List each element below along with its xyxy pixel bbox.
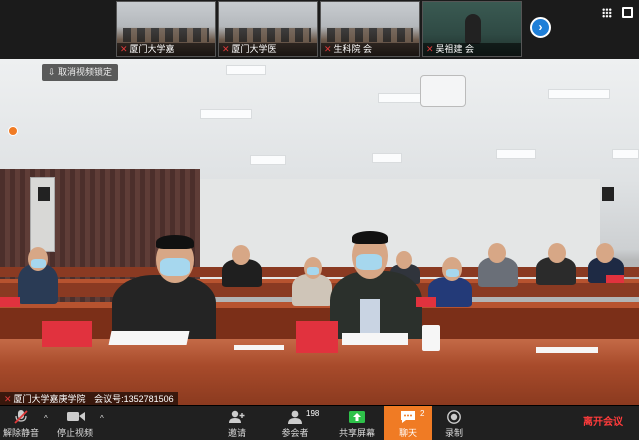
participant-thumbnail[interactable]: ✕ 厦门大学医 bbox=[218, 1, 318, 57]
mic-muted-icon: ✕ bbox=[324, 44, 332, 54]
participants-count: 198 bbox=[306, 409, 320, 418]
thumbnail-caption: 生科院 会 bbox=[333, 44, 373, 54]
thumbnail-caption: 厦门大学医 bbox=[231, 44, 277, 54]
mic-muted-icon: ✕ bbox=[222, 44, 230, 54]
chevron-right-icon[interactable]: › bbox=[530, 17, 551, 38]
meeting-toolbar: 解除静音 ^ 停止视频 ^ 邀请 参会者 198 共享屏幕 聊天 2 录制 bbox=[0, 406, 639, 440]
chat-label: 聊天 bbox=[398, 428, 417, 438]
people-icon bbox=[287, 410, 303, 424]
add-user-icon bbox=[229, 410, 245, 424]
share-screen-label: 共享屏幕 bbox=[338, 428, 375, 438]
invite-button[interactable]: 邀请 bbox=[224, 406, 250, 440]
share-screen-button[interactable]: 共享屏幕 bbox=[338, 406, 376, 440]
participants-label: 参会者 bbox=[281, 428, 309, 438]
lock-icon bbox=[8, 126, 18, 136]
share-screen-icon bbox=[349, 410, 365, 424]
unlock-video-label: 取消视频锁定 bbox=[58, 67, 113, 77]
fullscreen-icon[interactable] bbox=[622, 7, 633, 18]
unmute-button[interactable]: 解除静音 bbox=[2, 406, 40, 440]
grid-icon[interactable] bbox=[602, 8, 612, 18]
stop-video-button[interactable]: 停止视频 bbox=[54, 406, 96, 440]
chevron-up-icon[interactable]: ^ bbox=[44, 414, 48, 423]
chat-count: 2 bbox=[420, 409, 425, 418]
meeting-info-bar: ✕ 厦门大学嘉庚学院 会议号:1352781506 bbox=[0, 392, 178, 406]
stop-video-label: 停止视频 bbox=[56, 428, 93, 438]
chevron-up-icon[interactable]: ^ bbox=[100, 414, 104, 423]
invite-label: 邀请 bbox=[227, 428, 246, 438]
mic-muted-icon: ✕ bbox=[426, 44, 434, 54]
leave-meeting-button[interactable]: 离开会议 bbox=[583, 413, 623, 428]
participant-thumbnail[interactable]: ✕ 生科院 会 bbox=[320, 1, 420, 57]
chat-button[interactable]: 聊天 bbox=[384, 406, 432, 440]
thumbnail-strip: ✕ 厦门大学嘉 ✕ 厦门大学医 ✕ 生科院 会 ✕ 吴祖建 会 › bbox=[0, 0, 639, 59]
mic-muted-icon: ✕ bbox=[120, 44, 128, 54]
participant-thumbnail[interactable]: ✕ 吴祖建 会 bbox=[422, 1, 522, 57]
unmute-label: 解除静音 bbox=[2, 428, 39, 438]
lock-icon: ⇩ bbox=[48, 67, 59, 77]
mic-muted-icon: ✕ bbox=[4, 394, 12, 404]
camera-icon bbox=[67, 410, 85, 424]
participant-thumbnail[interactable]: ✕ 厦门大学嘉 bbox=[116, 1, 216, 57]
thumbnail-caption: 吴祖建 会 bbox=[435, 44, 475, 54]
record-button[interactable]: 录制 bbox=[442, 406, 466, 440]
chat-icon bbox=[400, 410, 416, 424]
record-label: 录制 bbox=[444, 428, 463, 438]
record-icon bbox=[446, 410, 462, 424]
meeting-id-value: 1352781506 bbox=[123, 394, 174, 404]
unlock-video-button[interactable]: ⇩ 取消视频锁定 bbox=[42, 64, 119, 81]
mic-muted-icon bbox=[13, 410, 29, 424]
thumbnail-caption: 厦门大学嘉 bbox=[129, 44, 175, 54]
meeting-id-label: 会议号: bbox=[94, 394, 124, 404]
meeting-name: 厦门大学嘉庚学院 bbox=[13, 394, 86, 404]
main-video bbox=[0, 59, 639, 405]
